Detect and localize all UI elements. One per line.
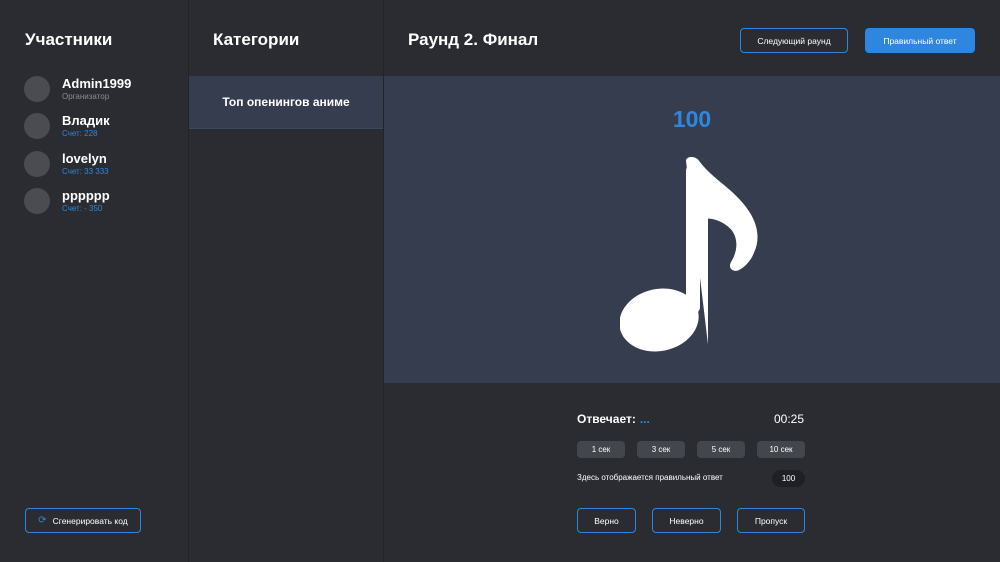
time-5s-button[interactable]: 5 сек (697, 441, 745, 458)
question-stage: 100 (384, 76, 1000, 383)
participant-item[interactable]: Владик Счет: 228 (24, 108, 188, 146)
answering-label: Отвечает: (577, 412, 636, 426)
wrong-button[interactable]: Неверно (652, 508, 721, 533)
participant-score: Счет: 33 333 (62, 166, 109, 176)
categories-title: Категории (213, 30, 300, 49)
generate-code-button[interactable]: ⟳ Сгенерировать код (25, 508, 141, 533)
participant-role: Организатор (62, 91, 110, 101)
round-title: Раунд 2. Финал (408, 30, 539, 49)
participant-item[interactable]: Admin1999 Организатор (24, 70, 188, 108)
generate-code-label: Сгенерировать код (52, 515, 128, 526)
participants-list: Admin1999 Организатор Владик Счет: 228 l… (24, 70, 188, 220)
correct-answer-value: 100 (772, 470, 805, 487)
categories-panel: Категории Топ опенингов аниме (189, 0, 384, 562)
participant-item[interactable]: pppppp Счет: - 350 (24, 183, 188, 221)
participant-score: Счет: 228 (62, 129, 98, 139)
refresh-icon: ⟳ (38, 515, 47, 526)
time-10s-button[interactable]: 10 сек (757, 441, 805, 458)
music-note-icon (620, 156, 758, 352)
round-panel: Раунд 2. Финал Следующий раунд Правильны… (384, 0, 1000, 562)
participant-score: Счет: - 350 (62, 204, 103, 214)
answering-player: ... (639, 412, 650, 426)
skip-button[interactable]: Пропуск (737, 508, 805, 533)
avatar (24, 113, 50, 140)
time-3s-button[interactable]: 3 сек (637, 441, 685, 458)
participant-name: Владик (62, 113, 110, 129)
avatar (24, 150, 50, 177)
question-value: 100 (672, 106, 712, 132)
correct-answer-hint: Здесь отображается правильный ответ (577, 473, 723, 482)
show-correct-answer-button[interactable]: Правильный ответ (865, 28, 975, 53)
timer: 00:25 (774, 412, 805, 426)
participants-panel: Участники Admin1999 Организатор Владик С… (0, 0, 189, 562)
time-1s-button[interactable]: 1 сек (577, 441, 625, 458)
participant-name: Admin1999 (62, 75, 132, 91)
participant-name: lovelyn (62, 150, 107, 166)
participant-name: pppppp (62, 188, 110, 204)
avatar (24, 75, 50, 102)
participant-item[interactable]: lovelyn Счет: 33 333 (24, 145, 188, 183)
correct-button[interactable]: Верно (577, 508, 636, 533)
next-round-button[interactable]: Следующий раунд (740, 28, 848, 53)
answering-status: Отвечает:... (577, 412, 650, 426)
participants-title: Участники (25, 30, 113, 49)
avatar (24, 188, 50, 215)
category-item[interactable]: Топ опенингов аниме (189, 76, 383, 129)
